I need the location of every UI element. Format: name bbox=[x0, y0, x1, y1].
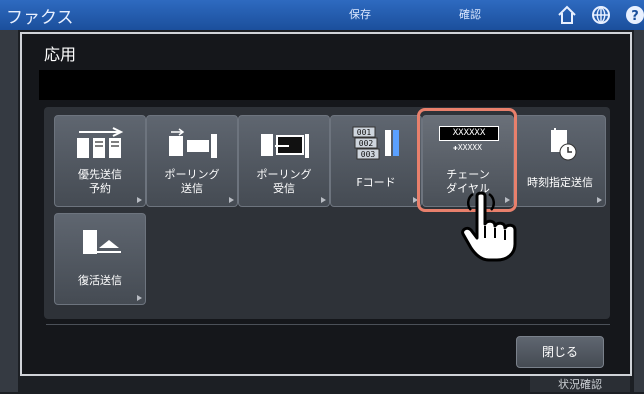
corner-arrow-icon bbox=[229, 197, 234, 203]
tile-label: ポーリング 送信 bbox=[164, 168, 220, 195]
svg-text:002: 002 bbox=[359, 139, 374, 148]
polling-receive-tile[interactable]: ポーリング 受信 bbox=[238, 115, 330, 207]
background-panel-left bbox=[0, 30, 18, 392]
polling-send-icon bbox=[169, 128, 217, 158]
home-icon[interactable] bbox=[556, 4, 578, 26]
tile-label: 復活送信 bbox=[78, 274, 122, 287]
fcode-tile[interactable]: 001 002 003 Fコード bbox=[330, 115, 422, 207]
timed-send-tile[interactable]: 時刻指定送信 bbox=[514, 115, 606, 207]
tile-label: 時刻指定送信 bbox=[527, 176, 593, 189]
pointing-hand-icon bbox=[461, 191, 517, 262]
confirm-button[interactable]: 確認 bbox=[440, 0, 500, 30]
corner-arrow-icon bbox=[137, 197, 142, 203]
fcode-icon: 001 002 003 bbox=[352, 126, 399, 160]
close-button[interactable]: 閉じる bbox=[516, 336, 604, 368]
tile-label: 優先送信 予約 bbox=[78, 168, 122, 195]
globe-icon[interactable] bbox=[590, 4, 612, 26]
timed-send-icon bbox=[551, 128, 577, 161]
top-bar: ファクス 保存 確認 ? bbox=[0, 0, 644, 30]
recovery-send-icon bbox=[83, 230, 121, 254]
tile-label: Fコード bbox=[356, 176, 396, 189]
status-check-button[interactable]: 状況確認 bbox=[530, 376, 630, 392]
app-title: ファクス bbox=[6, 8, 74, 28]
message-bar bbox=[39, 70, 615, 100]
dialog-title: 応用 bbox=[44, 45, 77, 64]
recovery-send-tile[interactable]: 復活送信 bbox=[54, 213, 146, 305]
advanced-dialog: 応用 優先送信 予約 ポーリング 送信 ポーリング 受信 001 002 003… bbox=[20, 32, 632, 376]
svg-text:001: 001 bbox=[357, 128, 372, 137]
corner-arrow-icon bbox=[137, 295, 142, 301]
help-icon[interactable]: ? bbox=[624, 4, 644, 26]
svg-text:003: 003 bbox=[361, 150, 376, 159]
corner-arrow-icon bbox=[321, 197, 326, 203]
polling-receive-icon bbox=[261, 134, 309, 158]
priority-send-reservation-tile[interactable]: 優先送信 予約 bbox=[54, 115, 146, 207]
svg-text:?: ? bbox=[631, 9, 639, 24]
save-button[interactable]: 保存 bbox=[330, 0, 390, 30]
polling-send-tile[interactable]: ポーリング 送信 bbox=[146, 115, 238, 207]
corner-arrow-icon bbox=[597, 197, 602, 203]
priority-send-icon bbox=[77, 127, 124, 158]
background-panel-right bbox=[634, 30, 644, 392]
divider bbox=[46, 324, 610, 325]
tile-label: ポーリング 受信 bbox=[256, 168, 312, 195]
